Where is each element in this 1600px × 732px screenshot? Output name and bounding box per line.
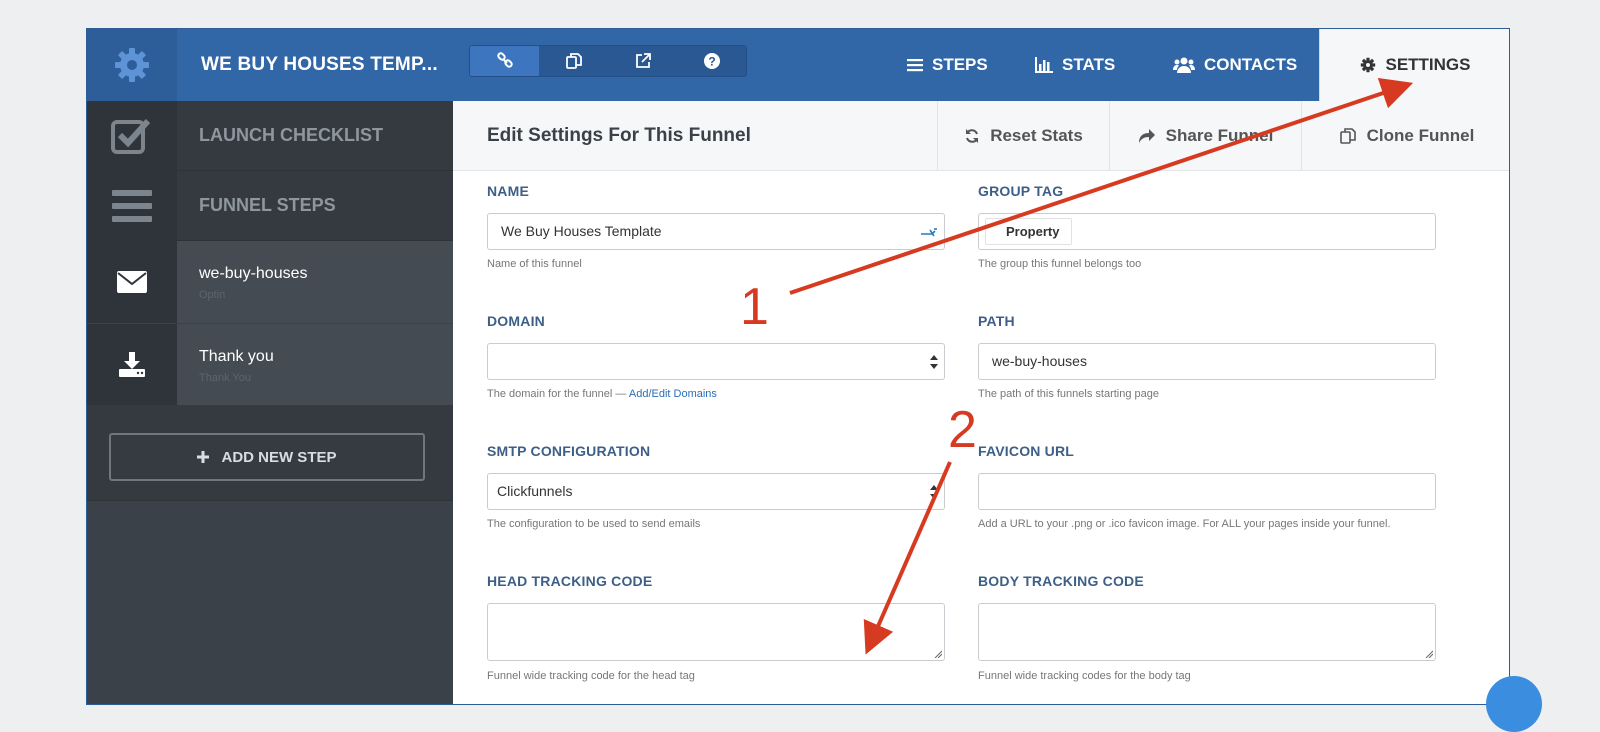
funnel-title: WE BUY HOUSES TEMP... — [201, 54, 438, 75]
sidebar: LAUNCH CHECKLIST FUNNEL STEPS we-buy-hou… — [87, 101, 453, 704]
main-header: Edit Settings For This Funnel Reset Stat… — [453, 101, 1509, 171]
domain-hint-text: The domain for the funnel — — [487, 388, 627, 400]
launch-checklist-label: LAUNCH CHECKLIST — [199, 125, 383, 145]
share-icon — [1138, 129, 1155, 143]
smtp-label: SMTP CONFIGURATION — [487, 443, 651, 459]
select-arrows-icon — [930, 355, 938, 369]
domain-hint: The domain for the funnel — Add/Edit Dom… — [487, 388, 717, 400]
body-code-hint: Funnel wide tracking codes for the body … — [978, 670, 1191, 682]
reset-stats-button[interactable]: Reset Stats — [937, 101, 1109, 171]
body-code-textarea[interactable] — [978, 603, 1436, 661]
copy-icon[interactable] — [539, 46, 608, 76]
step-item-we-buy-houses[interactable]: we-buy-houses Optin — [87, 241, 453, 323]
users-icon — [1173, 57, 1195, 73]
menu-icon — [87, 171, 177, 241]
name-label: NAME — [487, 183, 530, 199]
link-icon[interactable] — [470, 46, 539, 76]
path-hint: The path of this funnels starting page — [978, 388, 1160, 400]
share-funnel-label: Share Funnel — [1165, 126, 1274, 145]
group-tag-chip[interactable]: Property — [985, 218, 1073, 245]
head-code-label: HEAD TRACKING CODE — [487, 573, 653, 589]
head-code-textarea[interactable] — [487, 603, 945, 661]
resize-handle-icon[interactable] — [934, 650, 942, 658]
head-code-hint: Funnel wide tracking code for the head t… — [487, 670, 695, 682]
download-icon — [87, 324, 177, 406]
envelope-icon — [87, 241, 177, 323]
external-link-icon[interactable] — [608, 46, 677, 76]
step-type: Thank You — [199, 372, 251, 384]
share-funnel-button[interactable]: Share Funnel — [1109, 101, 1301, 171]
step-item-thank-you[interactable]: Thank you Thank You — [87, 323, 453, 406]
checkbox-icon — [87, 101, 177, 171]
chat-bubble-button[interactable] — [1486, 676, 1542, 732]
group-tag-hint: The group this funnel belongs too — [978, 258, 1142, 270]
funnel-gear-icon[interactable] — [87, 29, 177, 101]
nav-settings-label: SETTINGS — [1385, 55, 1471, 74]
smtp-select[interactable]: Clickfunnels — [487, 473, 945, 510]
list-icon — [907, 59, 923, 72]
nav-contacts[interactable]: CONTACTS — [1173, 29, 1297, 101]
nav-settings[interactable]: SETTINGS — [1319, 29, 1509, 101]
page-title: Edit Settings For This Funnel — [487, 125, 751, 146]
group-tag-label: GROUP TAG — [978, 183, 1064, 199]
nav-steps-label: STEPS — [932, 55, 988, 74]
add-edit-domains-link[interactable]: Add/Edit Domains — [629, 388, 717, 400]
add-new-step-label: ADD NEW STEP — [221, 448, 337, 466]
step-name: Thank you — [199, 348, 274, 365]
help-icon[interactable]: ? — [677, 46, 746, 76]
domain-label: DOMAIN — [487, 313, 545, 329]
app-window: WE BUY HOUSES TEMP... ? STEPS STATS CONT… — [86, 28, 1510, 705]
name-input-value: We Buy Houses Template — [501, 223, 662, 239]
sidebar-item-funnel-steps[interactable]: FUNNEL STEPS — [87, 171, 453, 241]
favicon-hint: Add a URL to your .png or .ico favicon i… — [978, 518, 1391, 530]
main-panel: Edit Settings For This Funnel Reset Stat… — [453, 101, 1509, 704]
plus-icon — [197, 451, 210, 463]
nav-contacts-label: CONTACTS — [1204, 55, 1298, 74]
favicon-label: FAVICON URL — [978, 443, 1075, 459]
favicon-input[interactable] — [978, 473, 1436, 510]
clone-funnel-button[interactable]: Clone Funnel — [1301, 101, 1509, 171]
smtp-hint: The configuration to be used to send ema… — [487, 518, 701, 530]
refresh-icon — [966, 129, 979, 143]
nav-stats-label: STATS — [1062, 55, 1116, 74]
nav-stats[interactable]: STATS — [1035, 29, 1115, 101]
path-label: PATH — [978, 313, 1015, 329]
resize-handle-icon[interactable] — [1425, 650, 1433, 658]
bar-chart-icon — [1035, 57, 1053, 73]
svg-text:?: ? — [708, 55, 715, 69]
select-arrows-icon — [930, 485, 938, 499]
nav-steps[interactable]: STEPS — [907, 29, 988, 101]
name-input[interactable]: We Buy Houses Template — [487, 213, 945, 250]
clone-funnel-label: Clone Funnel — [1366, 126, 1475, 145]
top-bar: WE BUY HOUSES TEMP... ? STEPS STATS CONT… — [87, 29, 1509, 101]
smtp-select-value: Clickfunnels — [497, 483, 573, 499]
copy-icon — [1339, 128, 1356, 144]
reset-stats-label: Reset Stats — [990, 126, 1083, 145]
funnel-steps-label: FUNNEL STEPS — [199, 195, 336, 215]
domain-select[interactable] — [487, 343, 945, 380]
name-hint: Name of this funnel — [487, 258, 582, 270]
add-new-step-button[interactable]: ADD NEW STEP — [109, 433, 425, 481]
path-input-value: we-buy-houses — [992, 353, 1087, 369]
step-name: we-buy-houses — [199, 265, 308, 282]
gear-icon — [1361, 57, 1376, 73]
step-type: Optin — [199, 289, 226, 301]
autofill-key-icon[interactable] — [920, 226, 938, 238]
funnel-tool-bar: ? — [469, 45, 747, 77]
sidebar-item-launch-checklist[interactable]: LAUNCH CHECKLIST — [87, 101, 453, 171]
path-input[interactable]: we-buy-houses — [978, 343, 1436, 380]
body-code-label: BODY TRACKING CODE — [978, 573, 1144, 589]
group-tag-input[interactable]: Property — [978, 213, 1436, 250]
